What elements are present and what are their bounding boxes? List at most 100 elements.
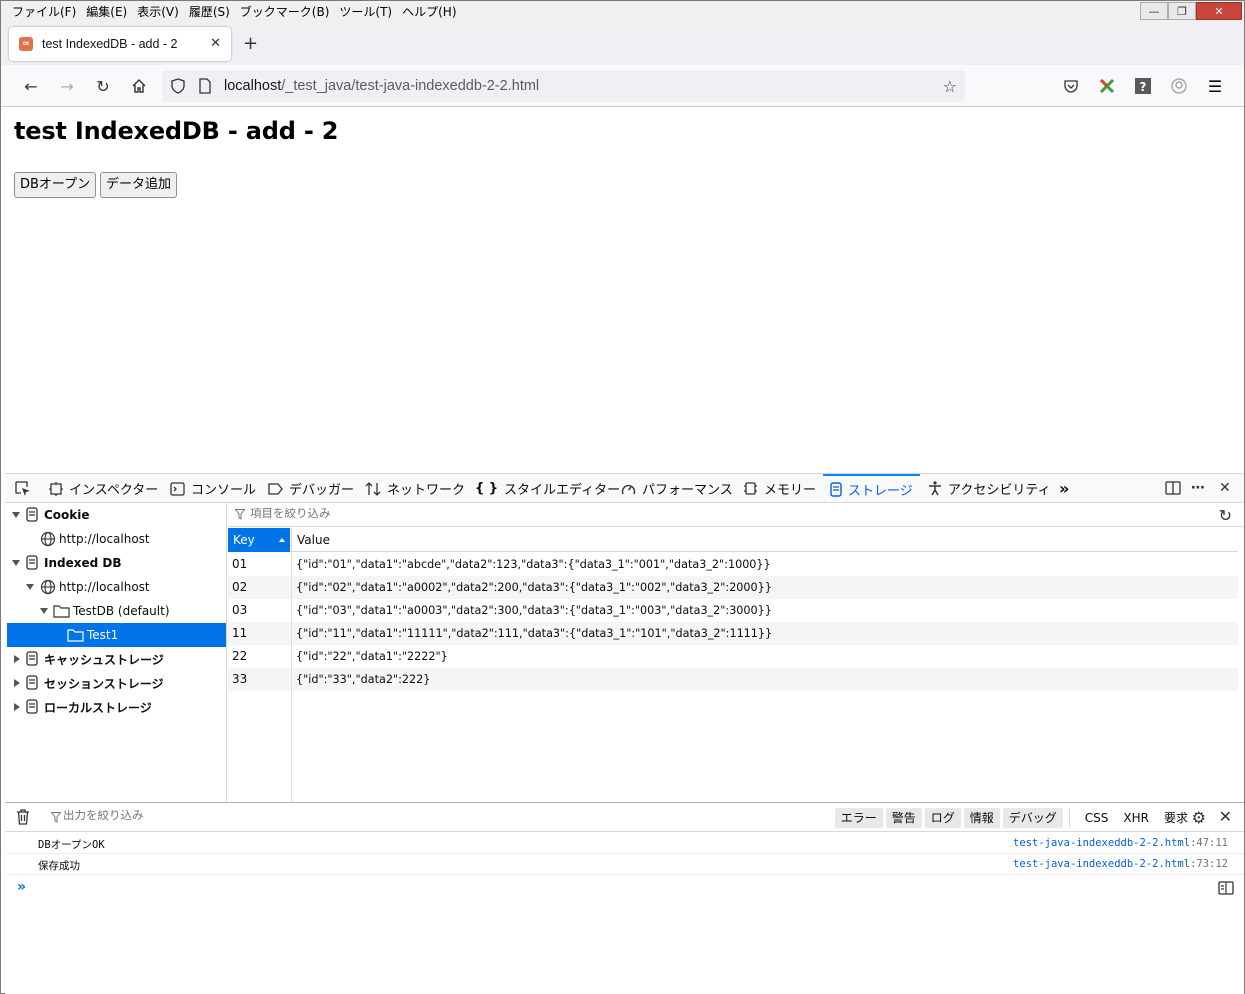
column-header-value[interactable]: Value: [291, 528, 330, 552]
tree-cookie[interactable]: Cookie: [7, 503, 226, 527]
refresh-icon[interactable]: ↻: [1219, 506, 1232, 525]
storage-icon: [830, 482, 842, 497]
menu-bookmarks[interactable]: ブックマーク(B): [235, 1, 335, 23]
help-extension-icon[interactable]: ?: [1133, 76, 1153, 96]
expand-down-icon[interactable]: [26, 584, 34, 590]
folder-icon: [53, 604, 70, 621]
message-source-link[interactable]: test-java-indexeddb-2-2.html:73:12: [1013, 858, 1228, 870]
filter-debug-button[interactable]: デバッグ: [1002, 808, 1063, 828]
tracking-protection-icon[interactable]: [170, 78, 186, 97]
storage-filter-input[interactable]: [250, 508, 850, 520]
filter-requests-button[interactable]: 要求: [1158, 808, 1194, 828]
table-row[interactable]: 02 {"id":"02","data1":"a0002","data2":20…: [228, 576, 1238, 599]
url-text: localhost/_test_java/test-java-indexeddb…: [224, 78, 540, 94]
tree-cache-storage[interactable]: キャッシュストレージ: [7, 647, 226, 671]
extension-icon[interactable]: [1097, 76, 1117, 96]
element-picker-icon[interactable]: [15, 474, 31, 503]
new-tab-icon[interactable]: +: [243, 35, 258, 53]
menu-view[interactable]: 表示(V): [132, 1, 184, 23]
tab-console[interactable]: コンソール: [170, 474, 256, 503]
filter-logs-button[interactable]: ログ: [924, 808, 961, 828]
expand-down-icon[interactable]: [40, 608, 48, 614]
minimize-button[interactable]: —: [1140, 2, 1168, 20]
tab-title: test IndexedDB - add - 2: [42, 37, 178, 51]
table-row[interactable]: 22 {"id":"22","data1":"2222"}: [228, 645, 1238, 668]
expand-right-icon[interactable]: [14, 703, 20, 711]
tab-storage[interactable]: ストレージ: [823, 474, 920, 503]
forward-icon[interactable]: →: [57, 76, 77, 96]
more-tabs-chevron-icon[interactable]: »: [1059, 474, 1069, 503]
close-window-button[interactable]: ✕: [1196, 2, 1242, 20]
tree-object-store[interactable]: Test1: [7, 623, 226, 647]
close-console-icon[interactable]: ✕: [1219, 807, 1232, 826]
db-open-button[interactable]: DBオープン: [14, 172, 97, 198]
tab-debugger[interactable]: デバッガー: [268, 474, 354, 503]
gear-icon[interactable]: ⚙: [1192, 808, 1206, 827]
table-row[interactable]: 33 {"id":"33","data2":222}: [228, 668, 1238, 691]
close-tab-icon[interactable]: ✕: [210, 36, 221, 51]
storage-icon: [26, 507, 38, 525]
browser-tab[interactable]: ∞ test IndexedDB - add - 2 ✕: [9, 27, 231, 61]
accessibility-icon: [928, 481, 942, 496]
pocket-icon[interactable]: [1061, 76, 1081, 96]
tab-network[interactable]: ネットワーク: [365, 474, 465, 503]
expand-down-icon[interactable]: [12, 560, 20, 566]
storage-icon: [26, 699, 38, 717]
menu-history[interactable]: 履歴(S): [184, 1, 235, 23]
filter-css-button[interactable]: CSS: [1079, 808, 1115, 828]
filter-info-button[interactable]: 情報: [963, 808, 1000, 828]
tab-performance[interactable]: パフォーマンス: [621, 474, 733, 503]
table-header: Key Value: [228, 528, 1238, 552]
expand-right-icon[interactable]: [14, 655, 20, 663]
column-header-key[interactable]: Key: [228, 528, 290, 552]
bookmark-star-icon[interactable]: ☆: [943, 77, 957, 96]
navigation-bar: ← → ↻ localhost/_test_java/test-java-ind…: [1, 65, 1244, 107]
table-row[interactable]: 11 {"id":"11","data1":"11111","data2":11…: [228, 622, 1238, 645]
browser-window: ファイル(F) 編集(E) 表示(V) 履歴(S) ブックマーク(B) ツール(…: [0, 0, 1245, 994]
menu-tools[interactable]: ツール(T): [334, 1, 397, 23]
globe-icon: [40, 579, 56, 598]
editor-mode-icon[interactable]: [1218, 881, 1234, 898]
console-filter-input[interactable]: [63, 810, 563, 822]
tree-cookie-host[interactable]: http://localhost: [7, 527, 226, 551]
restore-button[interactable]: ❐: [1168, 2, 1196, 20]
console-icon: [170, 481, 185, 496]
devtools-close-icon[interactable]: ✕: [1219, 480, 1231, 496]
expand-right-icon[interactable]: [14, 679, 20, 687]
tree-session-storage[interactable]: セッションストレージ: [7, 671, 226, 695]
menu-file[interactable]: ファイル(F): [7, 1, 81, 23]
reload-icon[interactable]: ↻: [93, 76, 113, 96]
tab-memory[interactable]: メモリー: [743, 474, 816, 503]
account-icon[interactable]: [1169, 76, 1189, 96]
filter-warnings-button[interactable]: 警告: [885, 808, 922, 828]
table-row[interactable]: 01 {"id":"01","data1":"abcde","data2":12…: [228, 553, 1238, 576]
tree-idb-host[interactable]: http://localhost: [7, 575, 226, 599]
filter-errors-button[interactable]: エラー: [834, 808, 883, 828]
tree-database[interactable]: TestDB (default): [7, 599, 226, 623]
expand-down-icon[interactable]: [12, 512, 20, 518]
console-prompt-icon[interactable]: »: [17, 879, 26, 895]
page-info-icon[interactable]: [198, 78, 212, 97]
column-divider[interactable]: [291, 552, 292, 802]
back-icon[interactable]: ←: [21, 76, 41, 96]
message-source-link[interactable]: test-java-indexeddb-2-2.html:47:11: [1013, 837, 1228, 849]
tree-indexeddb[interactable]: Indexed DB: [7, 551, 226, 575]
menu-edit[interactable]: 編集(E): [81, 1, 132, 23]
table-row[interactable]: 03 {"id":"03","data1":"a0003","data2":30…: [228, 599, 1238, 622]
storage-tree: Cookie http://localhost Indexed DB http:…: [5, 503, 227, 802]
trash-icon[interactable]: [16, 809, 30, 828]
filter-xhr-button[interactable]: XHR: [1117, 808, 1155, 828]
url-bar[interactable]: localhost/_test_java/test-java-indexeddb…: [162, 70, 965, 102]
tab-style-editor[interactable]: { } スタイルエディター: [475, 474, 620, 503]
debugger-icon: [268, 482, 283, 495]
tab-accessibility[interactable]: アクセシビリティ: [928, 474, 1051, 503]
menu-help[interactable]: ヘルプ(H): [397, 1, 461, 23]
svg-text:?: ?: [1140, 80, 1147, 94]
tab-inspector[interactable]: インスペクター: [49, 474, 158, 503]
home-icon[interactable]: [129, 76, 149, 96]
hamburger-menu-icon[interactable]: ☰: [1205, 76, 1225, 96]
devtools-options-icon[interactable]: ⋯: [1191, 480, 1205, 496]
tree-local-storage[interactable]: ローカルストレージ: [7, 695, 226, 719]
add-data-button[interactable]: データ追加: [100, 172, 178, 198]
dock-toggle-icon[interactable]: [1165, 480, 1181, 500]
